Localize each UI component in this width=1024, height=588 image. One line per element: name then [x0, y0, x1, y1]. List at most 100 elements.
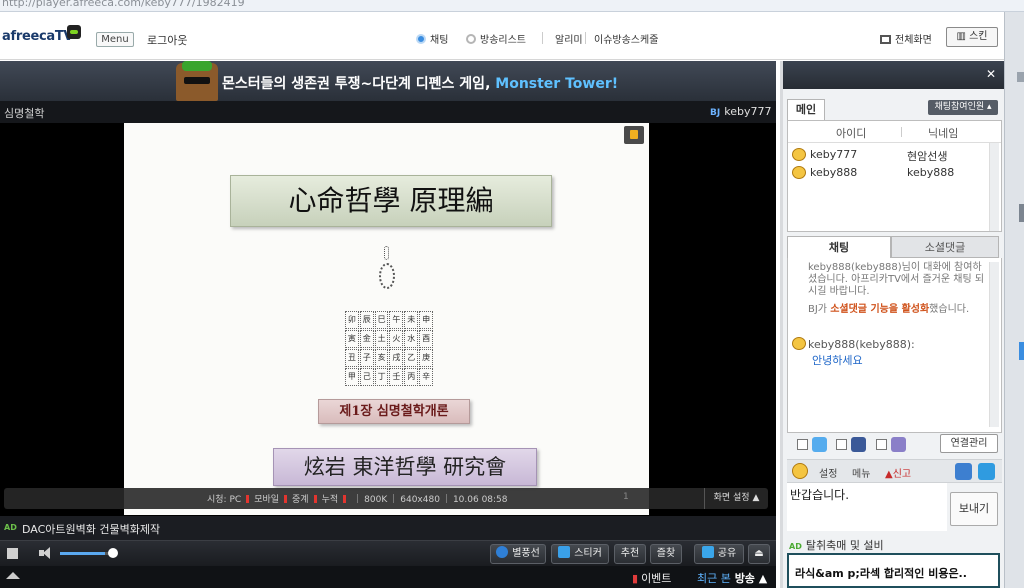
user-id: keby777 — [810, 148, 858, 161]
recent-broadcasts-button[interactable]: 최근 본 방송 ▲ — [697, 570, 767, 586]
bj-tag: BJ — [710, 108, 721, 118]
facebook-checkbox[interactable] — [836, 439, 847, 450]
grid-cell: 丁 — [374, 368, 389, 386]
settings-link[interactable]: 설정 — [819, 465, 837, 480]
grid-cell: 丙 — [404, 368, 419, 386]
stop-icon[interactable] — [7, 548, 18, 559]
chat-panel-header: ✕ — [783, 61, 1004, 89]
nav-broadcast-list[interactable]: 방송리스트 — [466, 31, 526, 46]
edit-icon[interactable] — [978, 463, 995, 480]
edge-marker — [1019, 342, 1024, 360]
bj-info[interactable]: BJ keby777 — [710, 105, 771, 118]
banner-text[interactable]: 몬스터들의 생존권 투쟁~다단계 디펜스 게임, Monster Tower! — [222, 73, 618, 93]
screen-settings-button[interactable]: 화면 설정 ▲ — [704, 488, 768, 509]
sticker-button[interactable]: 스티커 — [551, 544, 609, 564]
user-face-icon — [792, 148, 806, 161]
recommend-button[interactable]: 추천 — [614, 544, 646, 564]
top-ad-banner[interactable]: 몬스터들의 생존권 투쟁~다단계 디펜스 게임, Monster Tower! — [0, 61, 776, 101]
user-list-scrollbar[interactable] — [989, 143, 999, 231]
grid-cell: 火 — [389, 330, 404, 348]
nav-alarm[interactable]: 알리미 — [555, 31, 583, 46]
lock-icon[interactable] — [624, 126, 644, 144]
nav-chat[interactable]: 채팅 — [416, 31, 448, 46]
send-button[interactable]: 보내기 — [950, 492, 998, 526]
grid-cell: 乙 — [404, 349, 419, 367]
recent-prefix: 최근 본 — [697, 572, 731, 585]
slide-character-grid: 卯辰巳午未申寅金土火水酉丑子亥戌乙庚甲己丁壬丙辛 — [345, 311, 433, 386]
afreeca-logo[interactable]: afreecaTV — [2, 29, 73, 44]
text-ad-line[interactable]: AD DAC아트원벽화 건물벽화제작 — [0, 516, 776, 540]
menu-link[interactable]: 메뉴 — [852, 465, 870, 480]
banner-highlight: Monster Tower! — [495, 76, 619, 92]
menu-button[interactable]: Menu — [96, 32, 134, 47]
gift-icon: ▮ — [632, 572, 639, 585]
grid-cell: 水 — [404, 330, 419, 348]
grid-cell: 辰 — [359, 311, 374, 329]
star-balloon-button[interactable]: 별풍선 — [490, 544, 546, 564]
viewers-relay: 중계 — [292, 495, 309, 505]
chat-author[interactable]: keby888(keby888): — [808, 338, 915, 351]
facebook-icon — [851, 437, 866, 452]
balloon-icon — [496, 546, 509, 558]
grid-cell: 金 — [359, 330, 374, 348]
globe-icon[interactable] — [955, 463, 972, 480]
close-icon[interactable]: ✕ — [986, 67, 996, 81]
slide-title: 心命哲學 原理編 — [230, 175, 552, 227]
ad-text[interactable]: DAC아트원벽화 건물벽화제작 — [22, 521, 160, 537]
grid-cell: 亥 — [374, 349, 389, 367]
fullscreen-button[interactable]: 전체화면 — [880, 31, 932, 46]
twitter-checkbox[interactable] — [797, 439, 808, 450]
recent-suffix: 방송 ▲ — [730, 572, 768, 585]
grid-cell: 卯 — [345, 311, 359, 329]
chat-ad-box[interactable]: 라식&am p;라섹 합리적인 비용은.. — [787, 553, 1000, 588]
skin-label: 스킨 — [969, 31, 988, 42]
bj-id: keby777 — [724, 105, 772, 118]
user-nick: 현암선생 — [907, 150, 948, 163]
chat-input[interactable]: 반갑습니다. — [787, 483, 947, 531]
ad-tag: AD — [4, 523, 17, 532]
url-text[interactable]: http://player.afreeca.com/keby777/198241… — [2, 0, 245, 9]
link-manage-button[interactable]: 연결관리 — [940, 434, 998, 453]
mobile-indicator — [284, 495, 288, 503]
emoticon-icon[interactable] — [792, 463, 808, 479]
status-counter: 1 — [623, 492, 629, 502]
volume-icon[interactable] — [38, 546, 54, 560]
chat-participants-button[interactable]: 채팅참여인원 ▴ — [928, 100, 998, 115]
skin-button[interactable]: ▥ 스킨 — [946, 27, 998, 47]
slide-figure — [376, 246, 396, 296]
info-divider — [393, 494, 395, 503]
edge-marker — [1019, 204, 1024, 222]
chat-message: 안녕하세요 — [812, 354, 863, 367]
grid-cell: 寅 — [345, 330, 359, 348]
video-screen[interactable]: 心命哲學 原理編 卯辰巳午未申寅金土火水酉丑子亥戌乙庚甲己丁壬丙辛 제1장 심명… — [124, 123, 649, 515]
sys-bold: 소셜댓글 기능을 활성화 — [830, 304, 930, 315]
tab-chat[interactable]: 채팅 — [787, 236, 891, 258]
twitter-icon — [812, 437, 827, 452]
viewers-label: 시청: — [207, 495, 227, 505]
chat-scrollbar[interactable] — [989, 262, 999, 427]
share-button[interactable]: 공유 — [694, 544, 744, 564]
report-link[interactable]: ▲신고 — [885, 465, 911, 480]
tab-main[interactable]: 메인 — [787, 99, 825, 120]
logout-link[interactable]: 로그아웃 — [147, 32, 187, 48]
nav-issue-schedule[interactable]: 이슈방송스케줄 — [594, 31, 658, 46]
chat-ad-text: 탈취축매 및 설비 — [805, 539, 884, 552]
tab-social-comments[interactable]: 소셜댓글 — [891, 236, 999, 258]
stream-info: 시청: PC 모바일 중계 누적 800K 640x480 10.06 08:58 — [207, 492, 508, 505]
sticker-label: 스티커 — [574, 548, 602, 559]
grid-cell: 午 — [389, 311, 404, 329]
grid-cell: 酉 — [419, 330, 433, 348]
home-icon[interactable] — [6, 572, 20, 579]
event-label: 이벤트 — [641, 572, 672, 585]
resolution: 640x480 — [400, 495, 440, 505]
browser-address-bar[interactable]: http://player.afreeca.com/keby777/198241… — [0, 0, 1024, 12]
me2day-checkbox[interactable] — [876, 439, 887, 450]
favorite-button[interactable]: 즐찾 — [650, 544, 682, 564]
eject-button[interactable]: ⏏ — [748, 544, 770, 564]
volume-knob[interactable] — [108, 548, 118, 558]
edge-marker — [1017, 72, 1024, 82]
event-link[interactable]: ▮ 이벤트 — [632, 570, 671, 586]
user-list-header: 아이디 닉네임 — [788, 121, 1001, 143]
chat-ad-line[interactable]: AD 탈취축매 및 설비 — [789, 537, 884, 553]
nav-divider — [542, 32, 543, 44]
